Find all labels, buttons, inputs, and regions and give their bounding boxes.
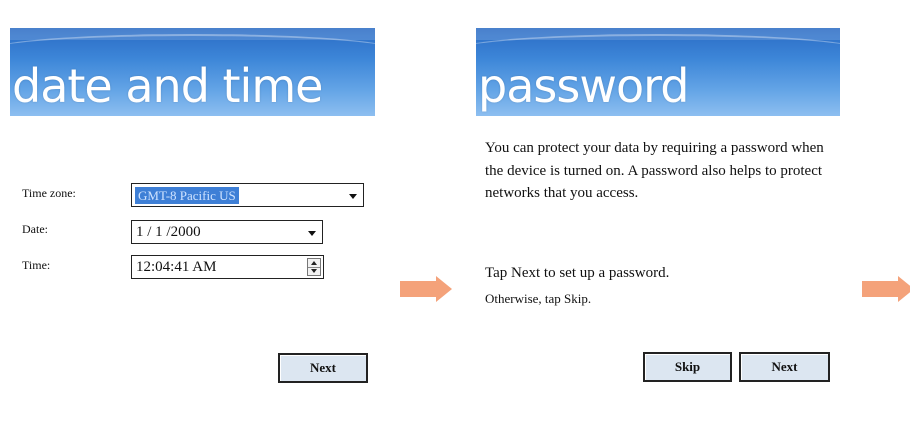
password-description: You can protect your data by requiring a… [485, 140, 824, 201]
next-step-arrow-icon [862, 276, 910, 302]
skip-button[interactable]: Skip [643, 352, 732, 382]
page-title: password [478, 59, 689, 113]
password-screen: password You can protect your data by re… [0, 0, 910, 427]
next-button[interactable]: Next [739, 352, 830, 382]
tap-next-instruction: Tap Next to set up a password. [485, 265, 670, 281]
password-banner: password [476, 28, 840, 116]
skip-instruction: Otherwise, tap Skip. [485, 291, 592, 306]
